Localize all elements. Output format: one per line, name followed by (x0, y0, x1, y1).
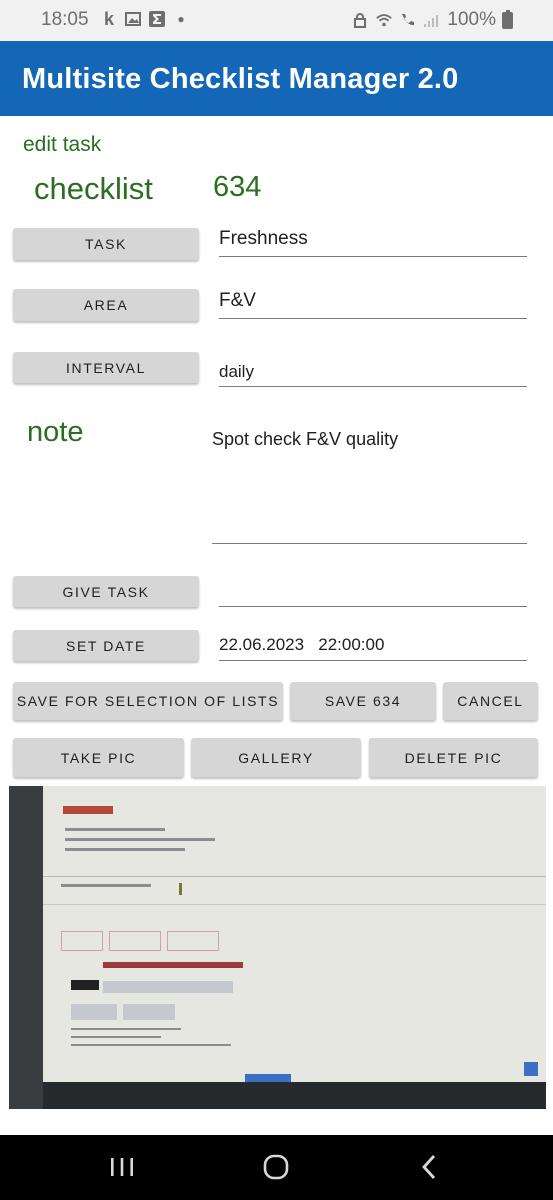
interval-button[interactable]: INTERVAL (13, 352, 199, 383)
app-title: Multisite Checklist Manager 2.0 (22, 63, 459, 95)
sigma-icon (148, 10, 166, 28)
cancel-button[interactable]: CANCEL (443, 682, 538, 720)
interval-value: daily (219, 362, 254, 381)
checklist-label: checklist (34, 171, 153, 206)
note-field[interactable]: Spot check F&V quality (212, 424, 527, 544)
save-checklist-button[interactable]: SAVE 634 (290, 682, 436, 720)
app-bar: Multisite Checklist Manager 2.0 (0, 41, 553, 116)
system-icons: 100% (351, 9, 513, 31)
battery-percent: 100% (447, 9, 496, 30)
edit-task-heading: edit task (23, 133, 102, 156)
give-task-button[interactable]: GIVE TASK (13, 576, 199, 607)
lock-icon (351, 11, 369, 29)
interval-field[interactable]: daily (219, 356, 527, 387)
wifi-call-icon (399, 11, 417, 29)
notification-icons: k ● (100, 8, 190, 29)
system-nav-bar (0, 1135, 553, 1200)
take-pic-button[interactable]: TAKE PIC (13, 738, 184, 777)
note-label: note (27, 416, 84, 448)
home-icon[interactable] (256, 1149, 296, 1185)
photo-dark-edge (9, 786, 43, 1109)
status-bar: 18:05 k ● 100% (0, 0, 553, 41)
area-value: F&V (219, 290, 256, 311)
task-value: Freshness (219, 228, 308, 249)
area-field[interactable]: F&V (219, 289, 527, 319)
set-date-button[interactable]: SET DATE (13, 630, 199, 661)
k-app-icon: k (103, 8, 114, 29)
task-field[interactable]: Freshness (219, 228, 527, 257)
date-value: 22.06.2023 22:00:00 (219, 635, 385, 654)
checklist-id: 634 (213, 171, 262, 203)
date-field[interactable]: 22.06.2023 22:00:00 (219, 630, 527, 661)
delete-pic-button[interactable]: DELETE PIC (369, 738, 538, 777)
save-for-selection-button[interactable]: SAVE FOR SELECTION OF LISTS (13, 682, 283, 720)
photo-screen-area (43, 786, 546, 1082)
give-task-field[interactable] (219, 576, 527, 607)
dot-icon: ● (177, 12, 185, 26)
image-icon (124, 10, 142, 28)
recent-apps-icon[interactable] (102, 1149, 142, 1185)
back-icon[interactable] (410, 1149, 450, 1185)
gallery-button[interactable]: GALLERY (191, 738, 361, 777)
status-time: 18:05 (41, 9, 89, 30)
area-button[interactable]: AREA (13, 289, 199, 321)
photo-preview (9, 786, 546, 1109)
task-button[interactable]: TASK (13, 228, 199, 260)
battery-icon (502, 9, 513, 29)
signal-icon (423, 11, 441, 29)
note-value: Spot check F&V quality (212, 429, 399, 449)
wifi-icon (375, 11, 393, 29)
